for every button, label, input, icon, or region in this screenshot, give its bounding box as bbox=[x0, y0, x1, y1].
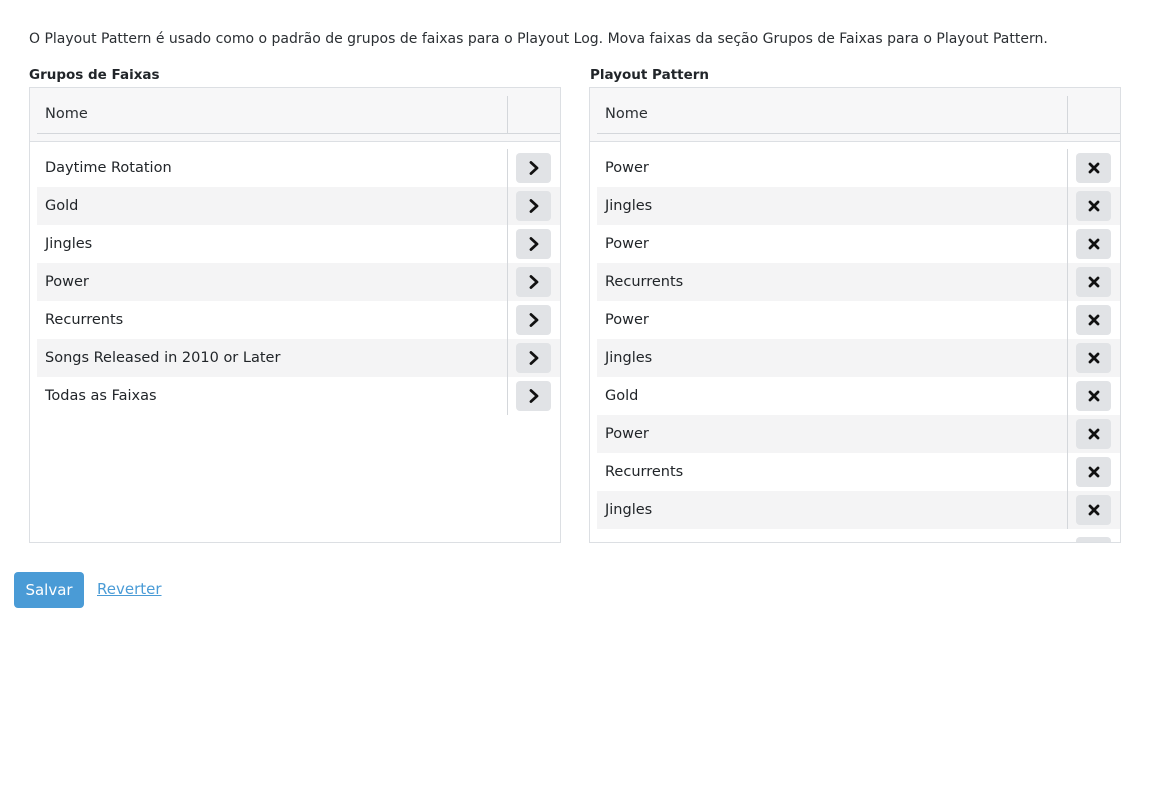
remove-icon bbox=[1088, 238, 1100, 250]
move-to-pattern-button[interactable] bbox=[516, 267, 551, 297]
remove-button[interactable] bbox=[1076, 305, 1111, 335]
row-name: Jingles bbox=[45, 236, 93, 252]
revert-link[interactable]: Reverter bbox=[97, 580, 162, 598]
remove-icon bbox=[1088, 466, 1100, 478]
pattern-row[interactable]: Power bbox=[597, 301, 1120, 339]
remove-button[interactable] bbox=[1076, 229, 1111, 259]
chevron-right-icon bbox=[528, 275, 540, 289]
pattern-row[interactable]: Power bbox=[597, 415, 1120, 453]
track-groups-title: Grupos de Faixas bbox=[29, 67, 160, 83]
remove-icon bbox=[1088, 162, 1100, 174]
row-name: Power bbox=[605, 426, 649, 442]
pattern-row[interactable]: Jingles bbox=[597, 187, 1120, 225]
intro-text: O Playout Pattern é usado como o padrão … bbox=[29, 31, 1048, 47]
remove-button[interactable] bbox=[1076, 495, 1111, 525]
track-group-row[interactable]: Gold bbox=[37, 187, 560, 225]
move-to-pattern-button[interactable] bbox=[516, 305, 551, 335]
row-name: Recurrents bbox=[605, 274, 684, 290]
row-name: Jingles bbox=[605, 198, 653, 214]
remove-button[interactable] bbox=[1076, 457, 1111, 487]
remove-icon bbox=[1088, 428, 1100, 440]
track-group-row[interactable]: Recurrents bbox=[37, 301, 560, 339]
move-to-pattern-button[interactable] bbox=[516, 153, 551, 183]
remove-icon bbox=[1088, 390, 1100, 402]
row-name: Jingles bbox=[605, 502, 653, 518]
track-group-row[interactable]: Daytime Rotation bbox=[37, 149, 560, 187]
track-group-row[interactable]: Jingles bbox=[37, 225, 560, 263]
remove-button[interactable] bbox=[1076, 343, 1111, 373]
remove-icon bbox=[1088, 200, 1100, 212]
track-groups-table-header: Nome bbox=[30, 88, 560, 142]
row-name: Power bbox=[45, 274, 89, 290]
column-header-name: Nome bbox=[605, 106, 648, 122]
remove-button[interactable] bbox=[1076, 419, 1111, 449]
column-header-name: Nome bbox=[45, 106, 88, 122]
playout-pattern-list: Power Jingles Power Recurrents Power Jingles G… bbox=[597, 149, 1120, 529]
chevron-right-icon bbox=[528, 351, 540, 365]
row-name: Power bbox=[605, 236, 649, 252]
row-name: Daytime Rotation bbox=[45, 160, 172, 176]
chevron-right-icon bbox=[528, 237, 540, 251]
remove-icon bbox=[1088, 276, 1100, 288]
chevron-right-icon bbox=[528, 161, 540, 175]
remove-button[interactable] bbox=[1076, 153, 1111, 183]
remove-button[interactable] bbox=[1076, 191, 1111, 221]
row-name: Recurrents bbox=[45, 312, 124, 328]
track-group-row[interactable]: Power bbox=[37, 263, 560, 301]
save-button[interactable]: Salvar bbox=[14, 572, 84, 608]
pattern-row[interactable]: Gold bbox=[597, 377, 1120, 415]
row-name: Gold bbox=[45, 198, 79, 214]
chevron-right-icon bbox=[528, 313, 540, 327]
move-to-pattern-button[interactable] bbox=[516, 229, 551, 259]
remove-button[interactable] bbox=[1076, 267, 1111, 297]
pattern-row[interactable]: Recurrents bbox=[597, 263, 1120, 301]
track-groups-panel: Nome Daytime Rotation Gold Jingles Power Rec… bbox=[29, 87, 561, 543]
pattern-row[interactable]: Power bbox=[597, 225, 1120, 263]
chevron-right-icon bbox=[528, 389, 540, 403]
track-group-row[interactable]: Todas as Faixas bbox=[37, 377, 560, 415]
row-name: Power bbox=[605, 312, 649, 328]
row-name: Songs Released in 2010 or Later bbox=[45, 350, 281, 366]
remove-button[interactable] bbox=[1076, 381, 1111, 411]
pattern-row[interactable]: Recurrents bbox=[597, 453, 1120, 491]
remove-button[interactable] bbox=[1076, 537, 1111, 542]
remove-icon bbox=[1088, 352, 1100, 364]
track-groups-list: Daytime Rotation Gold Jingles Power Recurren… bbox=[37, 149, 560, 415]
row-name: Jingles bbox=[605, 350, 653, 366]
row-name: Recurrents bbox=[605, 464, 684, 480]
playout-pattern-table-header: Nome bbox=[590, 88, 1120, 142]
row-name: Power bbox=[605, 160, 649, 176]
move-to-pattern-button[interactable] bbox=[516, 343, 551, 373]
chevron-right-icon bbox=[528, 199, 540, 213]
row-name: Gold bbox=[605, 388, 639, 404]
move-to-pattern-button[interactable] bbox=[516, 191, 551, 221]
track-group-row[interactable]: Songs Released in 2010 or Later bbox=[37, 339, 560, 377]
playout-pattern-panel[interactable]: Nome Power Jingles Power Recurrents Power Jin… bbox=[589, 87, 1121, 543]
pattern-row[interactable]: Power bbox=[597, 149, 1120, 187]
pattern-row[interactable]: Jingles bbox=[597, 339, 1120, 377]
pattern-row[interactable]: Jingles bbox=[597, 491, 1120, 529]
remove-icon bbox=[1088, 314, 1100, 326]
row-name: Todas as Faixas bbox=[45, 388, 157, 404]
remove-icon bbox=[1088, 504, 1100, 516]
playout-pattern-title: Playout Pattern bbox=[590, 67, 710, 83]
move-to-pattern-button[interactable] bbox=[516, 381, 551, 411]
